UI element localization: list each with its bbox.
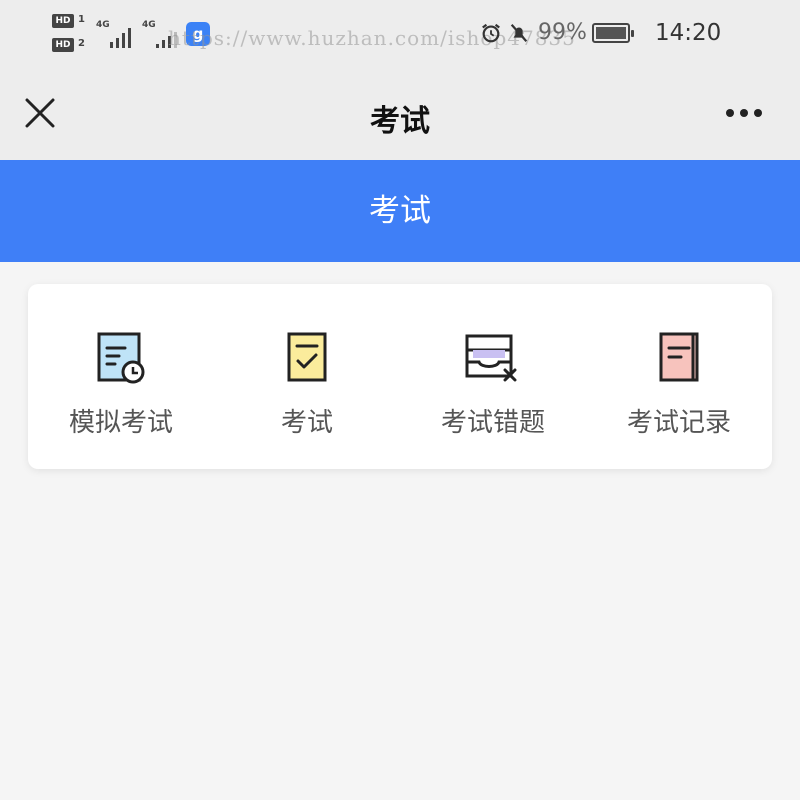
clock: 14:20: [655, 20, 722, 46]
menu-card: 模拟考试 考试 考试错题 考试记录: [28, 284, 772, 469]
network-type-2: 4G: [142, 20, 156, 30]
battery-fill: [596, 27, 626, 39]
menu-item-exam-records[interactable]: 考试记录: [586, 284, 772, 469]
checklist-icon: [287, 332, 327, 382]
network-type-1: 4G: [96, 20, 110, 30]
menu-item-exam[interactable]: 考试: [214, 284, 400, 469]
more-icon[interactable]: [724, 106, 764, 120]
alarm-icon: [482, 23, 500, 43]
tray-x-icon: [465, 334, 517, 382]
menu-item-mock-exam[interactable]: 模拟考试: [28, 284, 214, 469]
nav-bar: 考试: [0, 70, 800, 160]
hd1-badge: HD: [52, 14, 74, 28]
record-doc-icon: [659, 332, 699, 382]
menu-label: 模拟考试: [68, 408, 173, 438]
header-banner: 考试: [0, 160, 800, 262]
document-clock-icon: [97, 332, 145, 384]
mute-bell-icon: [510, 24, 528, 42]
hd1-number: 1: [78, 14, 85, 25]
menu-item-wrong-questions[interactable]: 考试错题: [400, 284, 586, 469]
hd2-number: 2: [78, 38, 85, 49]
menu-label: 考试错题: [440, 408, 545, 438]
status-bar: HD 1 HD 2 4G 4G g https://www.huzhan.com…: [0, 0, 800, 70]
status-right: 99% 14:20: [480, 20, 770, 50]
hd2-badge: HD: [52, 38, 74, 52]
signal-icon: [110, 26, 136, 48]
menu-label: 考试: [280, 408, 333, 438]
menu-label: 考试记录: [626, 408, 731, 438]
battery-icon: [592, 23, 634, 43]
battery-percentage: 99%: [538, 20, 587, 45]
page-title: 考试: [370, 104, 430, 139]
